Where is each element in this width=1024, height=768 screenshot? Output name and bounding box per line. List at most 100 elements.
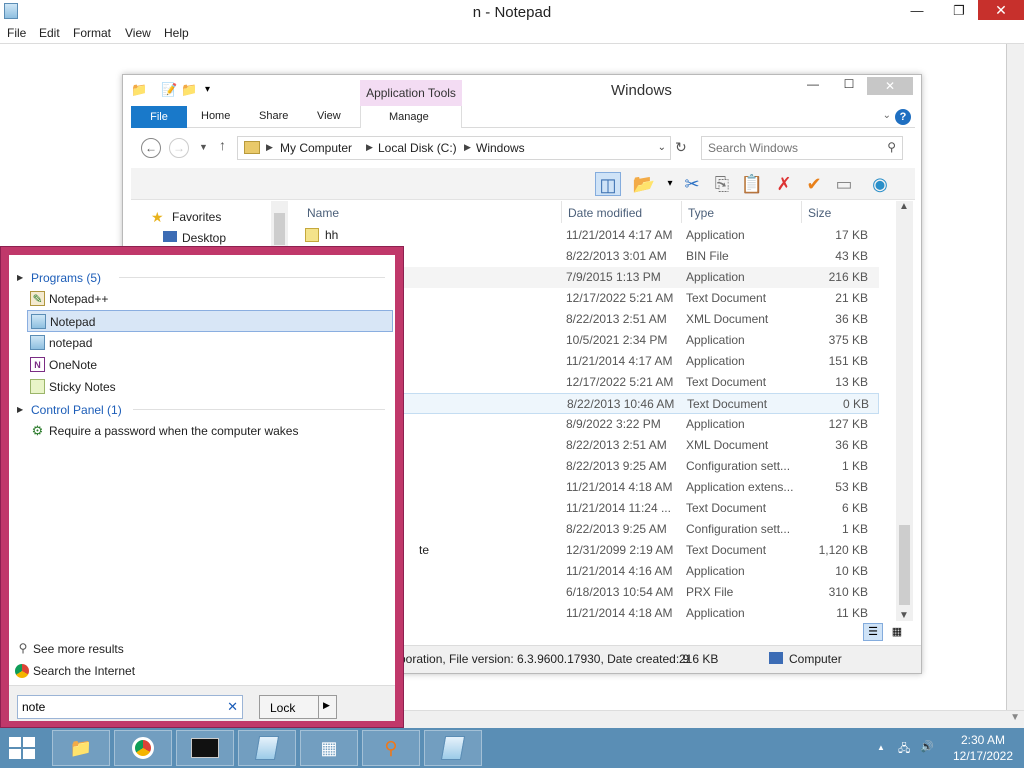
result-label: Notepad	[50, 315, 96, 329]
start-button[interactable]	[8, 736, 36, 760]
task-scheduler-taskbar-icon[interactable]: ▦	[300, 730, 358, 766]
chrome-taskbar-icon[interactable]	[114, 730, 172, 766]
command-prompt-taskbar-icon[interactable]	[176, 730, 234, 766]
maximize-button[interactable]: ❐	[944, 0, 974, 22]
ribbon-tabs: Home Share View	[131, 106, 915, 128]
cell-type: Text Document	[687, 397, 768, 411]
explorer-maximize-button[interactable]: ☐	[837, 77, 861, 97]
search-internet-label: Search the Internet	[33, 664, 136, 678]
properties-icon[interactable]: 📝	[161, 82, 177, 98]
preview-pane-icon[interactable]: ◫	[595, 172, 621, 196]
breadcrumb-my-computer[interactable]: My Computer	[280, 141, 352, 155]
menu-help[interactable]: Help	[164, 26, 189, 40]
explorer-close-button[interactable]: ✕	[867, 77, 913, 95]
result-onenote[interactable]: N OneNote	[27, 354, 393, 376]
power-options-arrow-icon[interactable]: ▶	[323, 700, 330, 711]
recent-locations-icon[interactable]: ▼	[199, 142, 208, 152]
expand-ribbon-icon[interactable]: ⌄	[883, 110, 891, 121]
menu-file[interactable]: File	[7, 26, 26, 40]
column-name[interactable]: Name	[307, 203, 339, 223]
result-label: Notepad++	[49, 292, 109, 306]
scroll-up-arrow-icon[interactable]: ▲	[899, 201, 909, 212]
notepad-taskbar-icon-2[interactable]	[424, 730, 482, 766]
help-icon[interactable]: ?	[895, 109, 911, 125]
scroll-down-arrow-icon[interactable]: ▼	[899, 610, 909, 621]
checkmark-icon[interactable]: ✔	[801, 172, 827, 196]
result-notepad-lowercase[interactable]: notepad	[27, 332, 393, 354]
refresh-icon[interactable]: ↻	[675, 139, 687, 156]
column-date-modified[interactable]: Date modified	[568, 203, 642, 223]
system-clock[interactable]: 2:30 AM 12/17/2022	[948, 732, 1018, 764]
cell-date: 11/21/2014 4:18 AM	[566, 480, 673, 494]
result-require-password[interactable]: ⚙ Require a password when the computer w…	[27, 420, 393, 442]
paste-icon[interactable]: 📋	[739, 172, 765, 196]
tab-share[interactable]: Share	[259, 110, 288, 122]
scroll-down-arrow-icon[interactable]: ▼	[1010, 712, 1020, 723]
result-notepad-plus-plus[interactable]: ✎ Notepad++	[27, 288, 393, 310]
start-search-box[interactable]: ✕	[17, 695, 243, 719]
nav-desktop[interactable]: Desktop	[182, 231, 226, 245]
tab-home[interactable]: Home	[201, 110, 230, 122]
show-hidden-icons-icon[interactable]: ▲	[877, 743, 885, 752]
new-folder-icon[interactable]: 📁	[181, 82, 197, 98]
search-icon[interactable]: ⚲	[887, 140, 896, 154]
volume-icon[interactable]: 🔊	[920, 740, 934, 753]
copy-icon[interactable]: ⎘	[709, 172, 735, 196]
column-type[interactable]: Type	[688, 203, 714, 223]
close-button[interactable]: ✕	[978, 0, 1024, 20]
result-sticky-notes[interactable]: Sticky Notes	[27, 376, 393, 398]
scroll-thumb[interactable]	[274, 213, 285, 245]
network-icon[interactable]: 🖧	[898, 740, 910, 759]
menu-format[interactable]: Format	[73, 26, 111, 40]
clear-search-icon[interactable]: ✕	[227, 699, 238, 715]
expand-triangle-icon: ▶	[17, 405, 24, 414]
delete-icon[interactable]: ✗	[771, 172, 797, 196]
address-dropdown-icon[interactable]: ⌄	[658, 142, 666, 153]
tab-view[interactable]: View	[317, 110, 341, 122]
file-explorer-taskbar-icon[interactable]: 📁	[52, 730, 110, 766]
start-search-input[interactable]	[22, 700, 218, 714]
tab-manage[interactable]: Manage	[360, 106, 462, 128]
tab-file[interactable]: File	[131, 106, 187, 128]
details-view-icon[interactable]: ☰	[863, 623, 883, 641]
file-list-scrollbar[interactable]: ▲ ▼	[896, 201, 913, 621]
cell-date: 7/9/2015 1:13 PM	[566, 270, 661, 284]
clock-time: 2:30 AM	[960, 733, 1006, 747]
result-label: Sticky Notes	[49, 380, 116, 394]
notepad-taskbar-icon[interactable]	[238, 730, 296, 766]
large-icons-view-icon[interactable]: ▦	[887, 623, 907, 641]
back-arrow-icon[interactable]: ←	[141, 138, 161, 158]
column-size[interactable]: Size	[808, 203, 831, 223]
minimize-button[interactable]: —	[902, 0, 932, 22]
cell-size: 0 KB	[842, 397, 869, 411]
breadcrumb-windows[interactable]: Windows	[476, 141, 525, 155]
up-arrow-icon[interactable]: ↑	[219, 137, 226, 153]
explorer-window-title: Windows	[611, 82, 672, 99]
notepad-window-title: n - Notepad	[472, 4, 552, 21]
globe-icon[interactable]: ◉	[867, 172, 893, 196]
cell-type: Application	[686, 333, 745, 347]
breadcrumb-local-disk[interactable]: Local Disk (C:)	[378, 141, 457, 155]
search-input[interactable]	[708, 141, 878, 155]
notepad-vertical-scrollbar[interactable]	[1007, 44, 1024, 710]
cell-date: 8/22/2013 10:46 AM	[567, 397, 675, 411]
cell-date: 10/5/2021 2:34 PM	[566, 333, 668, 347]
search-box[interactable]: ⚲	[701, 136, 903, 160]
cut-icon[interactable]: ✂	[679, 172, 705, 196]
forward-arrow-icon[interactable]: →	[169, 138, 189, 158]
rename-icon[interactable]: ▭	[831, 172, 857, 196]
menu-edit[interactable]: Edit	[39, 26, 60, 40]
menu-view[interactable]: View	[125, 26, 151, 40]
new-folder-icon[interactable]: 📂	[631, 172, 657, 196]
cell-date: 11/21/2014 4:16 AM	[566, 564, 673, 578]
lock-button[interactable]: Lock ▶	[259, 695, 337, 719]
explorer-minimize-button[interactable]: —	[801, 77, 825, 97]
scroll-thumb[interactable]	[899, 525, 910, 605]
customize-toolbar-icon[interactable]: ▾	[205, 84, 210, 95]
search-taskbar-icon[interactable]: ⚲	[362, 730, 420, 766]
nav-favorites[interactable]: Favorites	[172, 210, 221, 224]
start-search-panel: ▶ Programs (5) ✎ Notepad++ Notepad notep…	[0, 246, 404, 728]
address-box[interactable]: ▶ My Computer ▶ Local Disk (C:) ▶ Window…	[237, 136, 671, 160]
result-notepad[interactable]: Notepad	[27, 310, 393, 332]
table-row[interactable]: hh 11/21/2014 4:17 AM Application 17 KB	[299, 225, 879, 246]
